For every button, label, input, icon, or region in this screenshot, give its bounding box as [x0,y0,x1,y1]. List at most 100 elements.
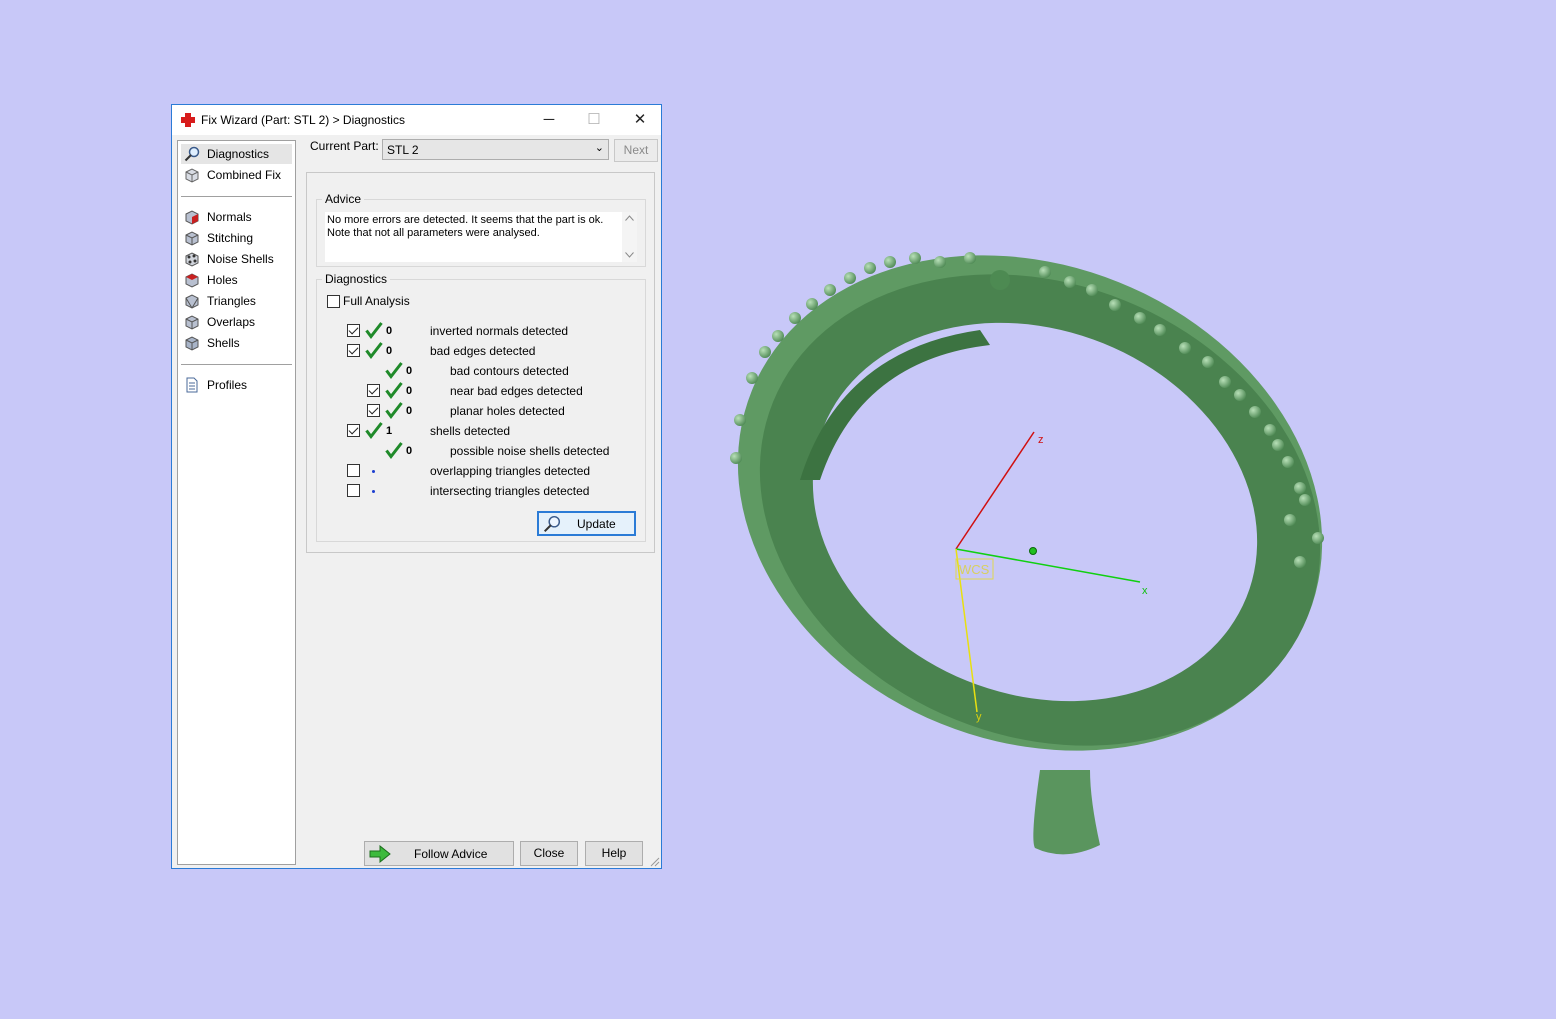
nav-label: Stitching [207,231,254,245]
green-check-icon [365,342,383,359]
green-check-icon [385,402,403,419]
nav-label: Overlaps [207,315,256,329]
next-button[interactable]: Next [614,139,658,162]
nav-label: Combined Fix [207,168,282,182]
near-bad-edges-text: near bad edges detected [450,384,583,398]
nav-item-noise-shells[interactable]: Noise Shells [181,249,292,269]
planar-holes-count: 0 [406,405,413,417]
update-label: Update [577,517,616,531]
triangles-cube-icon [185,294,199,309]
title-bar[interactable]: Fix Wizard (Part: STL 2) > Diagnostics ─… [172,105,661,135]
inverted-normals-count: 0 [386,325,393,337]
advice-title: Advice [322,192,365,206]
axis-x-label: x [1142,585,1148,597]
near-bad-edges-count: 0 [406,385,413,397]
magnifier-icon [184,146,200,162]
green-arrow-icon [369,845,391,863]
nav-label: Noise Shells [207,252,274,266]
nav-item-combined-fix[interactable]: Combined Fix [181,165,292,185]
minimize-button[interactable]: ─ [527,105,571,135]
magnifier-icon [543,515,561,533]
combined-fix-icon [185,168,199,183]
noise-shells-count: 0 [406,445,413,457]
scroll-down-icon[interactable] [625,252,634,258]
green-check-icon [385,442,403,459]
current-part-select[interactable]: STL 2 ⌄ [382,139,609,160]
bad-edges-count: 0 [386,345,393,357]
follow-advice-label: Follow Advice [414,847,488,861]
green-check-icon [365,322,383,339]
advice-text: No more errors are detected. It seems th… [327,214,604,239]
diagnostics-group: Diagnostics Full Analysis 0 inverted nor… [316,272,646,542]
advice-box: No more errors are detected. It seems th… [325,212,637,262]
nav-item-normals[interactable]: Normals [181,207,292,227]
wcs-label: WCS [959,562,990,577]
nav-label: Diagnostics [207,147,270,161]
advice-scrollbar[interactable] [622,212,637,262]
nav-label: Triangles [207,294,256,308]
help-button[interactable]: Help [585,841,643,866]
resize-grip-icon[interactable] [650,857,660,867]
document-icon [186,377,198,393]
current-part-value: STL 2 [387,143,419,157]
pending-dot-icon [372,490,375,493]
bad-edges-checkbox[interactable] [347,344,360,357]
bad-edges-text: bad edges detected [430,344,536,358]
nav-item-stitching[interactable]: Stitching [181,228,292,248]
intersecting-text: intersecting triangles detected [430,484,590,498]
shells-checkbox[interactable] [347,424,360,437]
nav-label: Shells [207,336,240,350]
chevron-down-icon: ⌄ [594,142,604,154]
nav-item-shells[interactable]: Shells [181,333,292,353]
nav-item-triangles[interactable]: Triangles [181,291,292,311]
fix-wizard-dialog: Fix Wizard (Part: STL 2) > Diagnostics ─… [171,104,662,869]
ring-model [730,252,1324,855]
maximize-button[interactable]: ☐ [572,105,616,135]
stitching-cube-icon [185,231,199,246]
nav-item-profiles[interactable]: Profiles [181,375,292,395]
inverted-normals-text: inverted normals detected [430,324,569,338]
bad-contours-count: 0 [406,365,413,377]
current-part-label: Current Part: [310,139,379,153]
shells-count: 1 [386,425,393,437]
full-analysis-label: Full Analysis [343,294,410,308]
follow-advice-button[interactable]: Follow Advice [364,841,514,866]
advice-group: Advice No more errors are detected. It s… [316,192,646,267]
close-button[interactable]: Close [520,841,578,866]
full-analysis-checkbox[interactable] [327,295,340,308]
pending-dot-icon [372,470,375,473]
shells-cube-icon [185,336,199,351]
noise-shells-icon [185,252,199,267]
red-cross-icon [181,113,195,127]
green-check-icon [385,362,403,379]
overlapping-text: overlapping triangles detected [430,464,591,478]
close-window-button[interactable]: ✕ [618,105,662,135]
planar-holes-checkbox[interactable] [367,404,380,417]
diagnostics-title: Diagnostics [322,272,391,286]
wizard-nav: Diagnostics Combined Fix Normals Stitchi… [177,140,296,865]
nav-item-overlaps[interactable]: Overlaps [181,312,292,332]
overlaps-cube-icon [185,315,199,330]
planar-holes-text: planar holes detected [450,404,565,418]
diagnostics-panel: Advice No more errors are detected. It s… [306,172,655,553]
normals-cube-icon [185,210,199,225]
overlapping-checkbox[interactable] [347,464,360,477]
shells-text: shells detected [430,424,511,438]
window-title: Fix Wizard (Part: STL 2) > Diagnostics [201,113,405,127]
green-check-icon [385,382,403,399]
near-bad-edges-checkbox[interactable] [367,384,380,397]
nav-label: Holes [207,273,238,287]
nav-item-diagnostics[interactable]: Diagnostics [181,144,292,164]
nav-label: Normals [207,210,252,224]
nav-item-holes[interactable]: Holes [181,270,292,290]
scroll-up-icon[interactable] [625,215,634,221]
holes-cube-icon [185,273,199,288]
green-check-icon [365,422,383,439]
noise-shells-text: possible noise shells detected [450,444,610,458]
update-button[interactable]: Update [537,511,636,536]
nav-label: Profiles [207,378,248,392]
axis-z-label: z [1038,434,1044,446]
inverted-normals-checkbox[interactable] [347,324,360,337]
intersecting-checkbox[interactable] [347,484,360,497]
bad-contours-text: bad contours detected [450,364,569,378]
